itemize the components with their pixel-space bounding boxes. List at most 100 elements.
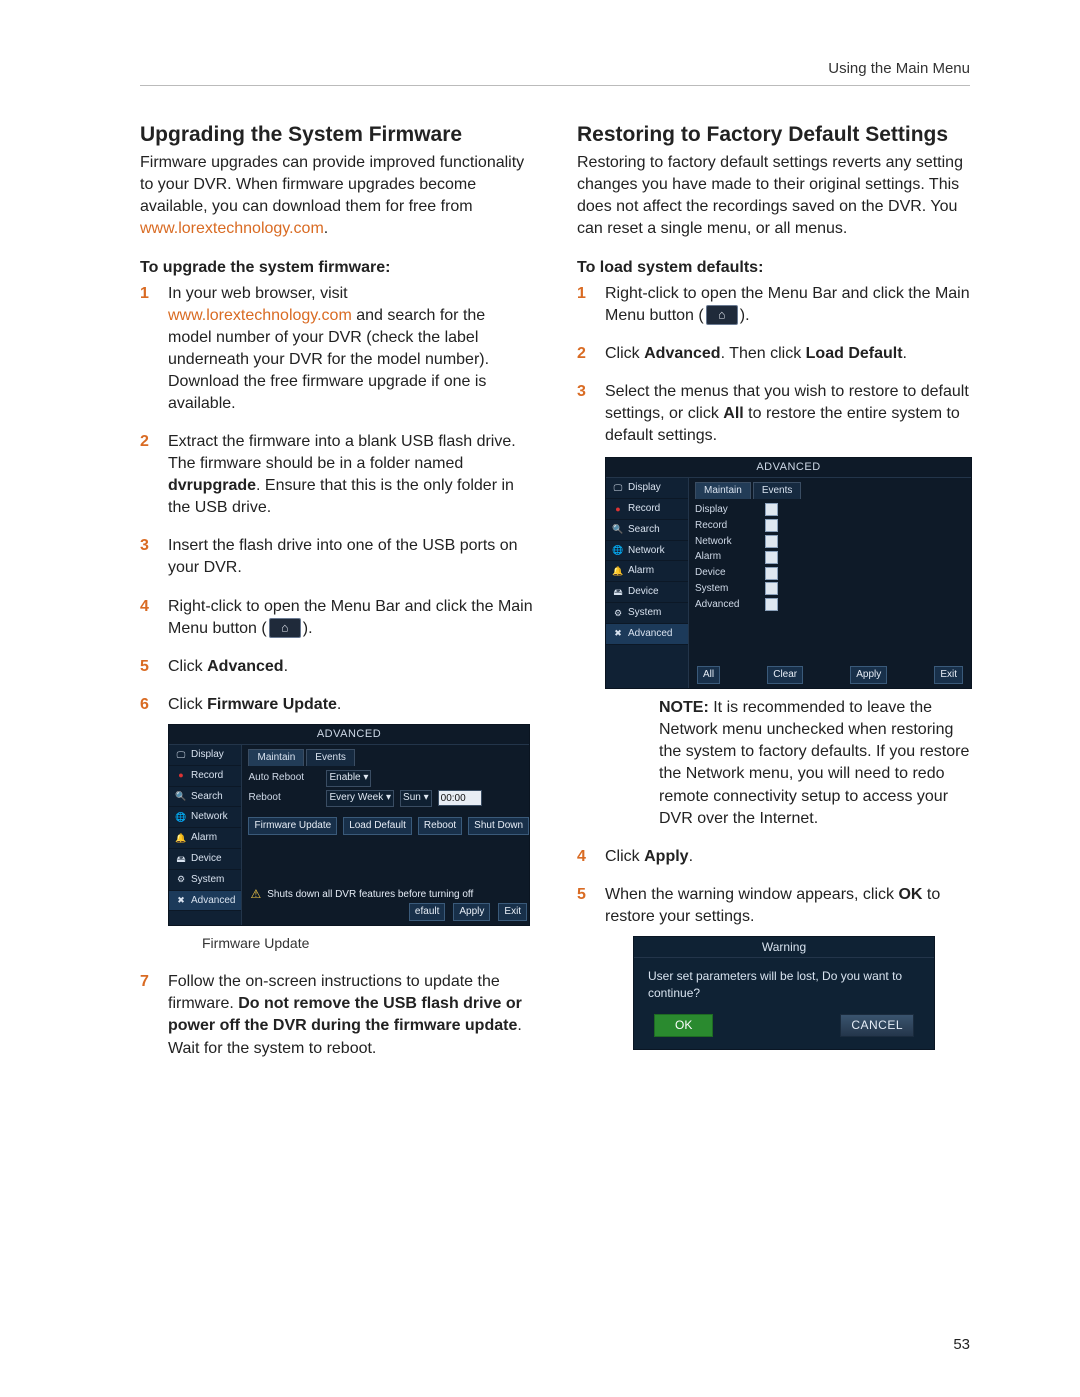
nav-system[interactable]: ⚙System [606,603,688,624]
chk-device[interactable] [765,567,778,580]
step-6b: . [337,696,341,713]
btn-exit[interactable]: Exit [934,666,963,684]
tab-maintain[interactable]: Maintain [695,482,751,499]
nav-advanced[interactable]: ✖Advanced [169,891,241,912]
step-2-bold: dvrupgrade [168,477,256,494]
page-number: 53 [953,1336,970,1353]
step-5: Click Advanced. [140,656,533,678]
warning-ok-button[interactable]: OK [654,1014,713,1037]
content-columns: Upgrading the System Firmware Firmware u… [140,122,970,1076]
step-4b: ). [303,620,313,637]
heading-restore: Restoring to Factory Default Settings [577,122,970,148]
step-2a: Extract the firmware into a blank USB fl… [168,433,516,472]
nav-display[interactable]: 🖵Display [606,478,688,499]
steps-restore: Right-click to open the Menu Bar and cli… [577,283,970,1050]
chk-display[interactable] [765,503,778,516]
btn-apply[interactable]: Apply [850,666,887,684]
select-auto-reboot[interactable]: Enable ▾ [326,770,371,787]
nav-display[interactable]: 🖵Display [169,745,241,766]
step-5a: Click [168,658,207,675]
nav-alarm[interactable]: 🔔Alarm [606,561,688,582]
heading-upgrade: Upgrading the System Firmware [140,122,533,148]
intro-upgrade: Firmware upgrades can provide improved f… [140,152,533,240]
chk-system[interactable] [765,582,778,595]
note-label: NOTE: [659,699,709,716]
step-4: Right-click to open the Menu Bar and cli… [140,596,533,640]
nav-advanced[interactable]: ✖Advanced [606,624,688,645]
nav-search[interactable]: 🔍Search [169,787,241,808]
system-icon: ⚙ [175,874,187,886]
chk-advanced[interactable] [765,598,778,611]
warn-text: Shuts down all DVR features before turni… [267,888,473,902]
btn-footer-apply[interactable]: Apply [453,903,490,921]
display-icon: 🖵 [612,482,624,494]
nav-record[interactable]: ●Record [606,499,688,520]
network-icon: 🌐 [175,811,187,823]
device-icon: 🖴 [175,853,187,865]
warning-cancel-button[interactable]: CANCEL [840,1014,914,1037]
chk-record[interactable] [765,519,778,532]
step-2: Extract the firmware into a blank USB fl… [140,431,533,519]
nav-alarm[interactable]: 🔔Alarm [169,828,241,849]
chk-label-device: Device [695,566,755,580]
note-text: It is recommended to leave the Network m… [659,699,969,826]
rstep-3: Select the menus that you wish to restor… [577,381,970,830]
link-lorex-2[interactable]: www.lorextechnology.com [168,307,352,324]
screenshot-warning-dialog: Warning User set parameters will be lost… [633,936,935,1050]
rstep-5: When the warning window appears, click O… [577,884,970,1050]
nav-search[interactable]: 🔍Search [606,520,688,541]
panel-sidebar-2: 🖵Display ●Record 🔍Search 🌐Network 🔔Alarm… [606,478,689,688]
btn-load-default[interactable]: Load Default [343,817,412,835]
chk-label-network: Network [695,535,755,549]
rstep-1b: ). [740,307,750,324]
header-rule [140,85,970,86]
link-lorex-1[interactable]: www.lorextechnology.com [140,220,324,237]
panel-main-2: Maintain Events Display Record Network A… [689,478,971,688]
home-icon: ⌂ [706,305,738,325]
rstep-4-bold: Apply [644,848,688,865]
select-reboot-day[interactable]: Sun ▾ [400,790,432,807]
btn-footer-exit[interactable]: Exit [498,903,527,921]
warning-title: Warning [634,937,934,959]
panel-title-2: ADVANCED [606,458,971,478]
tab-events[interactable]: Events [306,749,355,766]
btn-firmware-update[interactable]: Firmware Update [248,817,337,835]
label-auto-reboot: Auto Reboot [248,771,320,785]
steps-upgrade: In your web browser, visit www.lorextech… [140,283,533,1060]
btn-reboot[interactable]: Reboot [418,817,462,835]
btn-shutdown[interactable]: Shut Down [468,817,529,835]
input-reboot-time[interactable] [438,790,482,806]
btn-clear[interactable]: Clear [767,666,803,684]
nav-record[interactable]: ●Record [169,766,241,787]
step-4a: Right-click to open the Menu Bar and cli… [168,598,533,637]
tab-events[interactable]: Events [753,482,802,499]
chk-label-alarm: Alarm [695,550,755,564]
page: Using the Main Menu Upgrading the System… [0,0,1080,1397]
nav-network[interactable]: 🌐Network [606,541,688,562]
device-icon: 🖴 [612,586,624,598]
rstep-2a: Click [605,345,644,362]
tab-maintain[interactable]: Maintain [248,749,304,766]
nav-device[interactable]: 🖴Device [606,582,688,603]
select-reboot-freq[interactable]: Every Week ▾ [326,790,394,807]
rstep-2-bold2: Load Default [806,345,903,362]
intro-text: Firmware upgrades can provide improved f… [140,154,524,215]
defaults-checkbox-grid: Display Record Network Alarm Device Syst… [695,503,965,612]
rstep-2: Click Advanced. Then click Load Default. [577,343,970,365]
step-3: Insert the flash drive into one of the U… [140,535,533,579]
warning-icon: ⚠ [250,886,261,903]
chk-alarm[interactable] [765,551,778,564]
panel-title: ADVANCED [169,725,529,745]
rstep-5a: When the warning window appears, click [605,886,898,903]
step-6a: Click [168,696,207,713]
btn-all[interactable]: All [697,666,720,684]
btn-footer-default[interactable]: efault [409,903,445,921]
nav-system[interactable]: ⚙System [169,870,241,891]
rstep-4: Click Apply. [577,846,970,868]
nav-device[interactable]: 🖴Device [169,849,241,870]
search-icon: 🔍 [175,790,187,802]
left-column: Upgrading the System Firmware Firmware u… [140,122,533,1076]
nav-network[interactable]: 🌐Network [169,807,241,828]
step-7: Follow the on-screen instructions to upd… [140,971,533,1059]
chk-network[interactable] [765,535,778,548]
